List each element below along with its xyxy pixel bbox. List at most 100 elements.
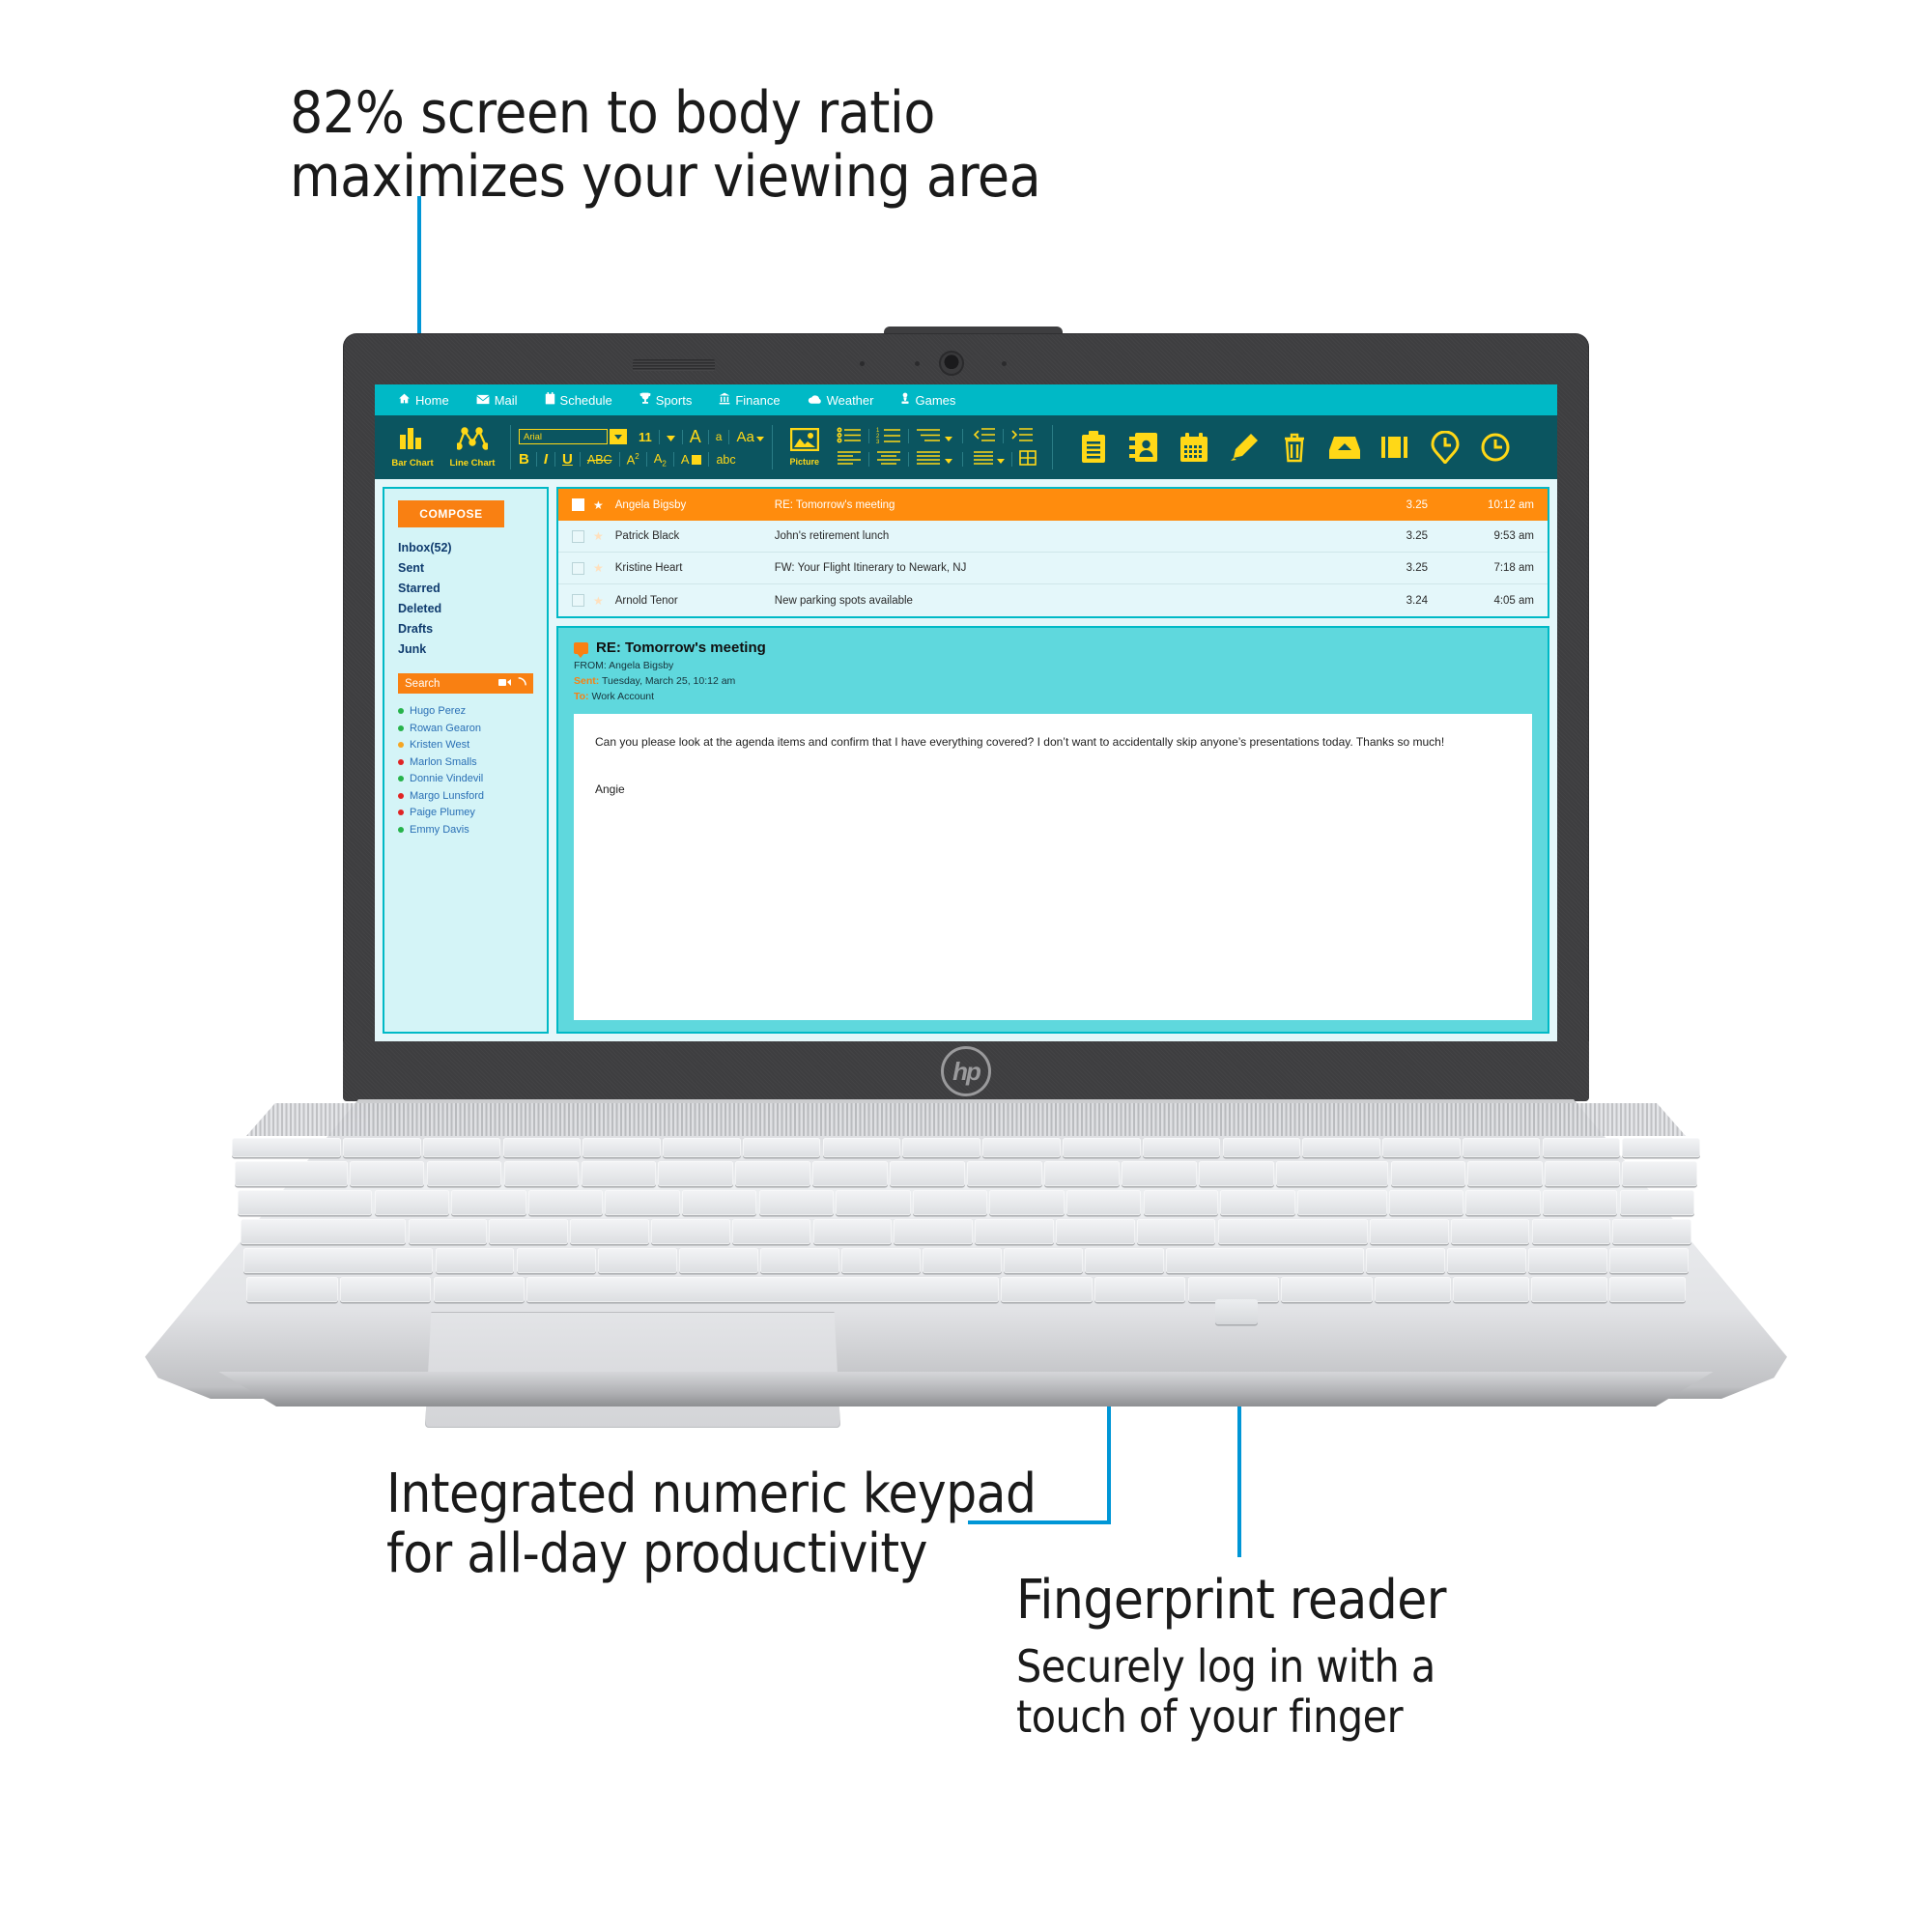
menu-item-home[interactable]: Home [384, 384, 463, 415]
search-input[interactable]: Search [398, 673, 533, 694]
keyboard-key[interactable] [1166, 1248, 1364, 1273]
table-row[interactable]: ★ Arnold Tenor New parking spots availab… [558, 584, 1548, 616]
multilevel-dropdown-icon[interactable] [941, 429, 952, 444]
superscript-button[interactable]: A2 [627, 452, 639, 467]
keyboard-key[interactable] [1296, 1190, 1387, 1215]
multilevel-list-icon[interactable] [916, 427, 941, 446]
list-item[interactable]: Marlon Smalls [398, 756, 533, 768]
table-icon[interactable] [1019, 449, 1037, 469]
decrease-indent-icon[interactable] [973, 427, 996, 445]
keyboard-key[interactable] [1085, 1248, 1164, 1273]
keyboard-key[interactable] [451, 1190, 526, 1215]
line-chart-button[interactable]: Line Chart [442, 426, 502, 469]
keyboard-key[interactable] [605, 1190, 680, 1215]
keyboard-key[interactable] [503, 1161, 580, 1186]
keyboard-key[interactable] [989, 1190, 1065, 1215]
keyboard-key[interactable] [967, 1161, 1042, 1186]
keyboard-key[interactable] [241, 1219, 407, 1244]
keyboard-key[interactable] [1121, 1161, 1197, 1186]
keyboard-key[interactable] [651, 1219, 730, 1244]
keyboard-key[interactable] [1542, 1138, 1621, 1157]
menu-item-sports[interactable]: Sports [626, 384, 706, 415]
keyboard-key[interactable] [902, 1138, 980, 1157]
keyboard-key[interactable] [894, 1219, 974, 1244]
contacts-icon[interactable] [1119, 425, 1169, 469]
keyboard-key[interactable] [527, 1190, 604, 1215]
keyboard-key[interactable] [1281, 1277, 1373, 1302]
keyboard-key[interactable] [502, 1138, 582, 1157]
grow-font-button[interactable]: A [690, 427, 701, 447]
shrink-font-button[interactable]: a [716, 430, 723, 443]
keyboard-key[interactable] [582, 1138, 661, 1157]
keyboard-key[interactable] [408, 1219, 488, 1244]
keyboard-key[interactable] [238, 1190, 373, 1215]
keyboard-key[interactable] [890, 1161, 965, 1186]
list-item[interactable]: Rowan Gearon [398, 723, 533, 734]
subscript-button[interactable]: A2 [654, 451, 667, 469]
keyboard-key[interactable] [422, 1138, 501, 1157]
keyboard-key[interactable] [235, 1161, 348, 1186]
keyboard-key[interactable] [1062, 1138, 1141, 1157]
keyboard-key[interactable] [1531, 1277, 1607, 1302]
star-icon[interactable]: ★ [593, 529, 604, 543]
italic-button[interactable]: I [544, 451, 548, 468]
font-size-value[interactable]: 11 [639, 430, 652, 444]
text-effects-button[interactable]: abc [716, 453, 735, 467]
keyboard-key[interactable] [678, 1248, 758, 1273]
keyboard-key[interactable] [570, 1219, 649, 1244]
keyboard-key[interactable] [1382, 1138, 1461, 1157]
keyboard-key[interactable] [1094, 1277, 1186, 1302]
keyboard-key[interactable] [1375, 1277, 1451, 1302]
list-item[interactable]: Emmy Davis [398, 824, 533, 836]
align-dropdown-icon[interactable] [941, 451, 952, 467]
align-center-icon[interactable] [876, 450, 901, 469]
menu-item-weather[interactable]: Weather [794, 384, 888, 415]
menu-item-schedule[interactable]: Schedule [531, 384, 626, 415]
keyboard-key[interactable] [812, 1219, 893, 1244]
table-row[interactable]: ★ Patrick Black John's retirement lunch … [558, 521, 1548, 553]
underline-button[interactable]: U [562, 451, 573, 468]
keyboard-key[interactable] [812, 1161, 888, 1186]
font-dropdown-icon[interactable] [610, 429, 627, 445]
keyboard-key[interactable] [433, 1277, 526, 1302]
keyboard-key[interactable] [1143, 1190, 1218, 1215]
keyboard-key[interactable] [1044, 1161, 1120, 1186]
keyboard-key[interactable] [1275, 1161, 1389, 1186]
star-icon[interactable]: ★ [593, 498, 604, 512]
video-camera-icon[interactable] [498, 678, 511, 690]
clock-icon[interactable] [1470, 425, 1520, 469]
keyboard-key[interactable] [1622, 1161, 1697, 1186]
keyboard-key[interactable] [1462, 1138, 1541, 1157]
keyboard-key[interactable] [759, 1248, 839, 1273]
keyboard-key[interactable] [597, 1248, 677, 1273]
keyboard-key[interactable] [374, 1190, 449, 1215]
keyboard-key[interactable] [742, 1138, 821, 1157]
inbox-icon[interactable] [1320, 425, 1370, 469]
keyboard-key[interactable] [1001, 1277, 1093, 1302]
keyboard-key[interactable] [1390, 1161, 1466, 1186]
table-row[interactable]: ★ Angela Bigsby RE: Tomorrow's meeting 3… [558, 489, 1548, 521]
keyboard-key[interactable] [1612, 1219, 1691, 1244]
keyboard-key[interactable] [681, 1190, 757, 1215]
list-item[interactable]: Donnie Vindevil [398, 773, 533, 784]
clock-pin-icon[interactable] [1420, 425, 1470, 469]
keyboard-key[interactable] [1531, 1219, 1611, 1244]
keyboard-key[interactable] [349, 1161, 425, 1186]
row-checkbox[interactable] [572, 594, 584, 607]
font-name-input[interactable]: Arial [519, 429, 608, 445]
keyboard-key[interactable] [1467, 1161, 1544, 1186]
row-checkbox[interactable] [572, 529, 584, 543]
font-color-button[interactable]: A [681, 452, 702, 467]
row-checkbox[interactable] [572, 498, 584, 511]
keyboard-key[interactable] [663, 1138, 741, 1157]
keyboard-key[interactable] [232, 1138, 341, 1157]
keyboard-key[interactable] [1142, 1138, 1221, 1157]
sidebar-item-drafts[interactable]: Drafts [398, 622, 533, 636]
sidebar-item-deleted[interactable]: Deleted [398, 602, 533, 615]
list-item[interactable]: Kristen West [398, 739, 533, 751]
touchpad[interactable] [425, 1312, 840, 1428]
keyboard-key[interactable] [516, 1248, 596, 1273]
briefcase-icon[interactable] [1370, 425, 1420, 469]
bullet-list-icon[interactable] [837, 426, 862, 446]
keyboard-key[interactable] [435, 1248, 515, 1273]
